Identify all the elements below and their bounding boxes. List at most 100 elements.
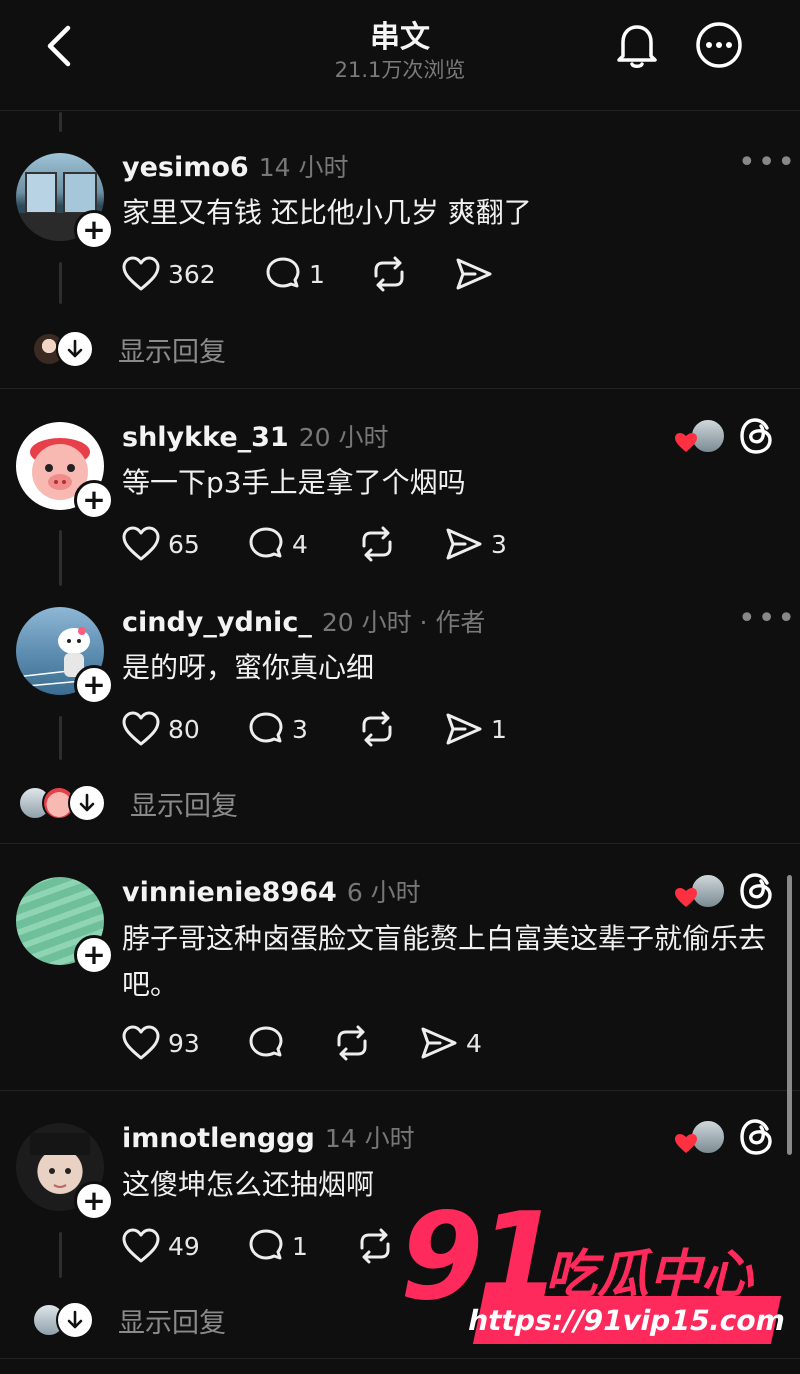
username[interactable]: cindy_ydnic_ 20 小时 · 作者 (122, 603, 485, 639)
heart-icon (122, 256, 160, 291)
send-icon (446, 528, 482, 560)
username[interactable]: vinnienie8964 6 小时 (122, 873, 421, 909)
timestamp: 20 小时 · 作者 (321, 608, 486, 637)
reply-button[interactable]: 3 (248, 711, 308, 747)
heart-filled-icon (675, 888, 697, 907)
view-count: 21.1万次浏览 (334, 58, 466, 82)
comment-more-icon[interactable]: ••• (738, 604, 797, 634)
reply-button[interactable]: 4 (248, 526, 308, 562)
timestamp: 6 小时 (346, 878, 421, 907)
follow-plus-icon[interactable]: + (74, 935, 114, 975)
reply-count: 1 (309, 259, 325, 289)
speech-bubble-icon (266, 257, 300, 288)
repost-icon (337, 1025, 367, 1061)
like-count: 362 (168, 259, 216, 289)
share-button[interactable]: 3 (445, 526, 507, 562)
arrow-down-icon[interactable] (56, 1301, 94, 1339)
follow-plus-icon[interactable]: + (74, 665, 114, 705)
divider (0, 1090, 800, 1091)
comment-text: 家里又有钱 还比他小几岁 爽翻了 (122, 196, 532, 229)
page-title: 串文 (370, 20, 430, 55)
share-count: 3 (491, 529, 507, 559)
like-count: 93 (168, 1028, 200, 1058)
liked-by-author-badge (672, 418, 726, 454)
like-count: 65 (168, 529, 200, 559)
header-divider (0, 110, 800, 111)
thread-line (59, 112, 62, 132)
speech-bubble-icon (249, 527, 283, 558)
send-icon (446, 713, 482, 745)
like-count: 80 (168, 714, 200, 744)
share-button[interactable] (455, 256, 501, 292)
follow-plus-icon[interactable]: + (74, 1181, 114, 1221)
share-button[interactable]: 1 (445, 711, 507, 747)
like-button[interactable]: 65 (122, 526, 200, 562)
show-replies-link[interactable]: 显示回复 (118, 1301, 226, 1340)
username[interactable]: yesimo6 14 小时 (122, 148, 348, 184)
comment-text: 等一下p3手上是拿了个烟吗 (122, 466, 466, 499)
thread-line (59, 716, 62, 760)
repost-button[interactable] (370, 256, 408, 292)
arrow-down-icon[interactable] (56, 330, 94, 368)
repost-button[interactable] (358, 711, 396, 747)
send-icon (456, 258, 492, 290)
scrollbar[interactable] (787, 875, 792, 1155)
repost-icon (360, 1228, 390, 1264)
speech-bubble-icon (249, 1229, 283, 1260)
repost-icon (362, 526, 392, 562)
heart-icon (122, 1228, 160, 1263)
speech-bubble-icon (249, 1026, 283, 1057)
send-icon (421, 1027, 457, 1059)
divider (0, 1358, 800, 1359)
like-button[interactable]: 362 (122, 256, 216, 292)
arrow-down-icon[interactable] (68, 784, 106, 822)
watermark-url: https://91vip15.com (465, 1296, 789, 1344)
like-button[interactable]: 93 (122, 1025, 200, 1061)
thread-line (59, 530, 62, 586)
repost-button[interactable] (358, 526, 396, 562)
notification-button[interactable] (614, 20, 660, 74)
heart-filled-icon (675, 1134, 697, 1153)
threads-logo-icon[interactable] (738, 416, 776, 460)
reply-count: 1 (292, 1231, 308, 1261)
like-count: 49 (168, 1231, 200, 1261)
reply-count: 3 (292, 714, 308, 744)
username[interactable]: imnotlenggg 14 小时 (122, 1119, 415, 1155)
reply-button[interactable]: 1 (248, 1228, 308, 1264)
show-replies-link[interactable]: 显示回复 (130, 784, 238, 823)
share-button[interactable]: 4 (420, 1025, 482, 1061)
like-button[interactable]: 80 (122, 711, 200, 747)
timestamp: 20 小时 (298, 423, 389, 452)
follow-plus-icon[interactable]: + (74, 210, 114, 250)
username[interactable]: shlykke_31 20 小时 (122, 418, 389, 454)
more-circle-icon (696, 22, 742, 68)
reply-count: 4 (292, 529, 308, 559)
show-replies-link[interactable]: 显示回复 (118, 330, 226, 369)
repost-button[interactable] (333, 1025, 371, 1061)
heart-icon (122, 526, 160, 561)
comment-text: 是的呀，蜜你真心细 (122, 651, 375, 684)
more-options-button[interactable] (694, 20, 744, 74)
reply-button[interactable] (248, 1025, 292, 1061)
share-count: 1 (491, 714, 507, 744)
liked-by-author-badge (672, 1119, 726, 1155)
repost-icon (374, 256, 404, 292)
comment-text: 这傻坤怎么还抽烟啊 (122, 1168, 375, 1201)
liked-by-author-badge (672, 873, 726, 909)
thread-line (59, 262, 62, 304)
threads-logo-icon[interactable] (738, 1117, 776, 1161)
heart-filled-icon (675, 433, 697, 452)
like-button[interactable]: 49 (122, 1228, 200, 1264)
bell-icon (617, 25, 657, 68)
divider (0, 388, 800, 389)
comment-text: 脖子哥这种卤蛋脸文盲能赘上白富美这辈子就偷乐去吧。 (122, 922, 767, 1001)
follow-plus-icon[interactable]: + (74, 480, 114, 520)
thread-line (59, 1232, 62, 1278)
timestamp: 14 小时 (258, 153, 349, 182)
threads-logo-icon[interactable] (738, 871, 776, 915)
repost-icon (362, 711, 392, 747)
comment-more-icon[interactable]: ••• (738, 148, 797, 178)
reply-button[interactable]: 1 (265, 256, 325, 292)
repost-button[interactable] (356, 1228, 394, 1264)
timestamp: 14 小时 (324, 1124, 415, 1153)
